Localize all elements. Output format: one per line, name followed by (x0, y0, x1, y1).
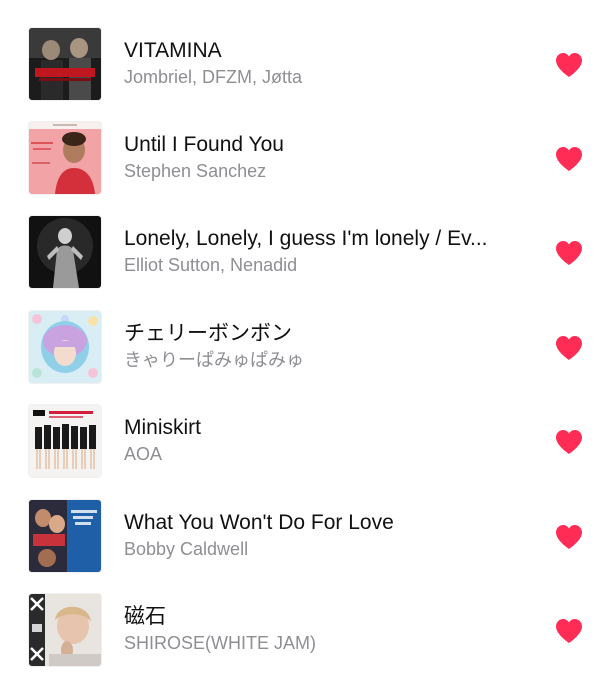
song-row-until-i-found-you[interactable]: Until I Found You Stephen Sanchez (0, 122, 613, 216)
song-artist: AOA (124, 444, 163, 464)
song-title: 磁石 (124, 605, 166, 628)
heart-icon[interactable] (555, 618, 583, 644)
heart-icon[interactable] (555, 146, 583, 172)
song-list: VITAMINA Jombriel, DFZM, Jøtta Until I F… (0, 0, 613, 680)
song-title: Miniskirt (124, 416, 201, 439)
song-row-what-you-wont-do[interactable]: What You Won't Do For Love Bobby Caldwel… (0, 500, 613, 594)
song-artist: Jombriel, DFZM, Jøtta (124, 67, 303, 87)
album-art-vitamina (29, 28, 101, 100)
song-title: Until I Found You (124, 133, 284, 156)
album-art-jishaku (29, 594, 101, 666)
song-title: What You Won't Do For Love (124, 511, 394, 534)
album-art-lonely (29, 216, 101, 288)
heart-icon[interactable] (555, 429, 583, 455)
song-artist: Stephen Sanchez (124, 161, 267, 181)
album-art-cherry-bonbon (29, 311, 101, 383)
song-artist: Bobby Caldwell (124, 539, 249, 559)
song-row-jishaku[interactable]: 磁石 SHIROSE(WHITE JAM) (0, 594, 613, 680)
album-art-what-you-wont-do (29, 500, 101, 572)
song-row-miniskirt[interactable]: Miniskirt AOA (0, 405, 613, 499)
song-title: Lonely, Lonely, I guess I'm lonely / Ev.… (124, 227, 488, 250)
heart-icon[interactable] (555, 52, 583, 78)
song-row-vitamina[interactable]: VITAMINA Jombriel, DFZM, Jøtta (0, 28, 613, 122)
song-artist: SHIROSE(WHITE JAM) (124, 633, 316, 653)
heart-icon[interactable] (555, 524, 583, 550)
song-row-cherry-bonbon[interactable]: チェリーボンボン きゃりーぱみゅぱみゅ (0, 311, 613, 405)
album-art-miniskirt (29, 405, 101, 477)
heart-icon[interactable] (555, 335, 583, 361)
song-artist: Elliot Sutton, Nenadid (124, 255, 298, 275)
song-title: チェリーボンボン (124, 322, 292, 345)
heart-icon[interactable] (555, 240, 583, 266)
album-art-until-i-found-you (29, 122, 101, 194)
song-artist: きゃりーぱみゅぱみゅ (124, 350, 304, 370)
song-title: VITAMINA (124, 39, 222, 62)
song-row-lonely[interactable]: Lonely, Lonely, I guess I'm lonely / Ev.… (0, 216, 613, 310)
